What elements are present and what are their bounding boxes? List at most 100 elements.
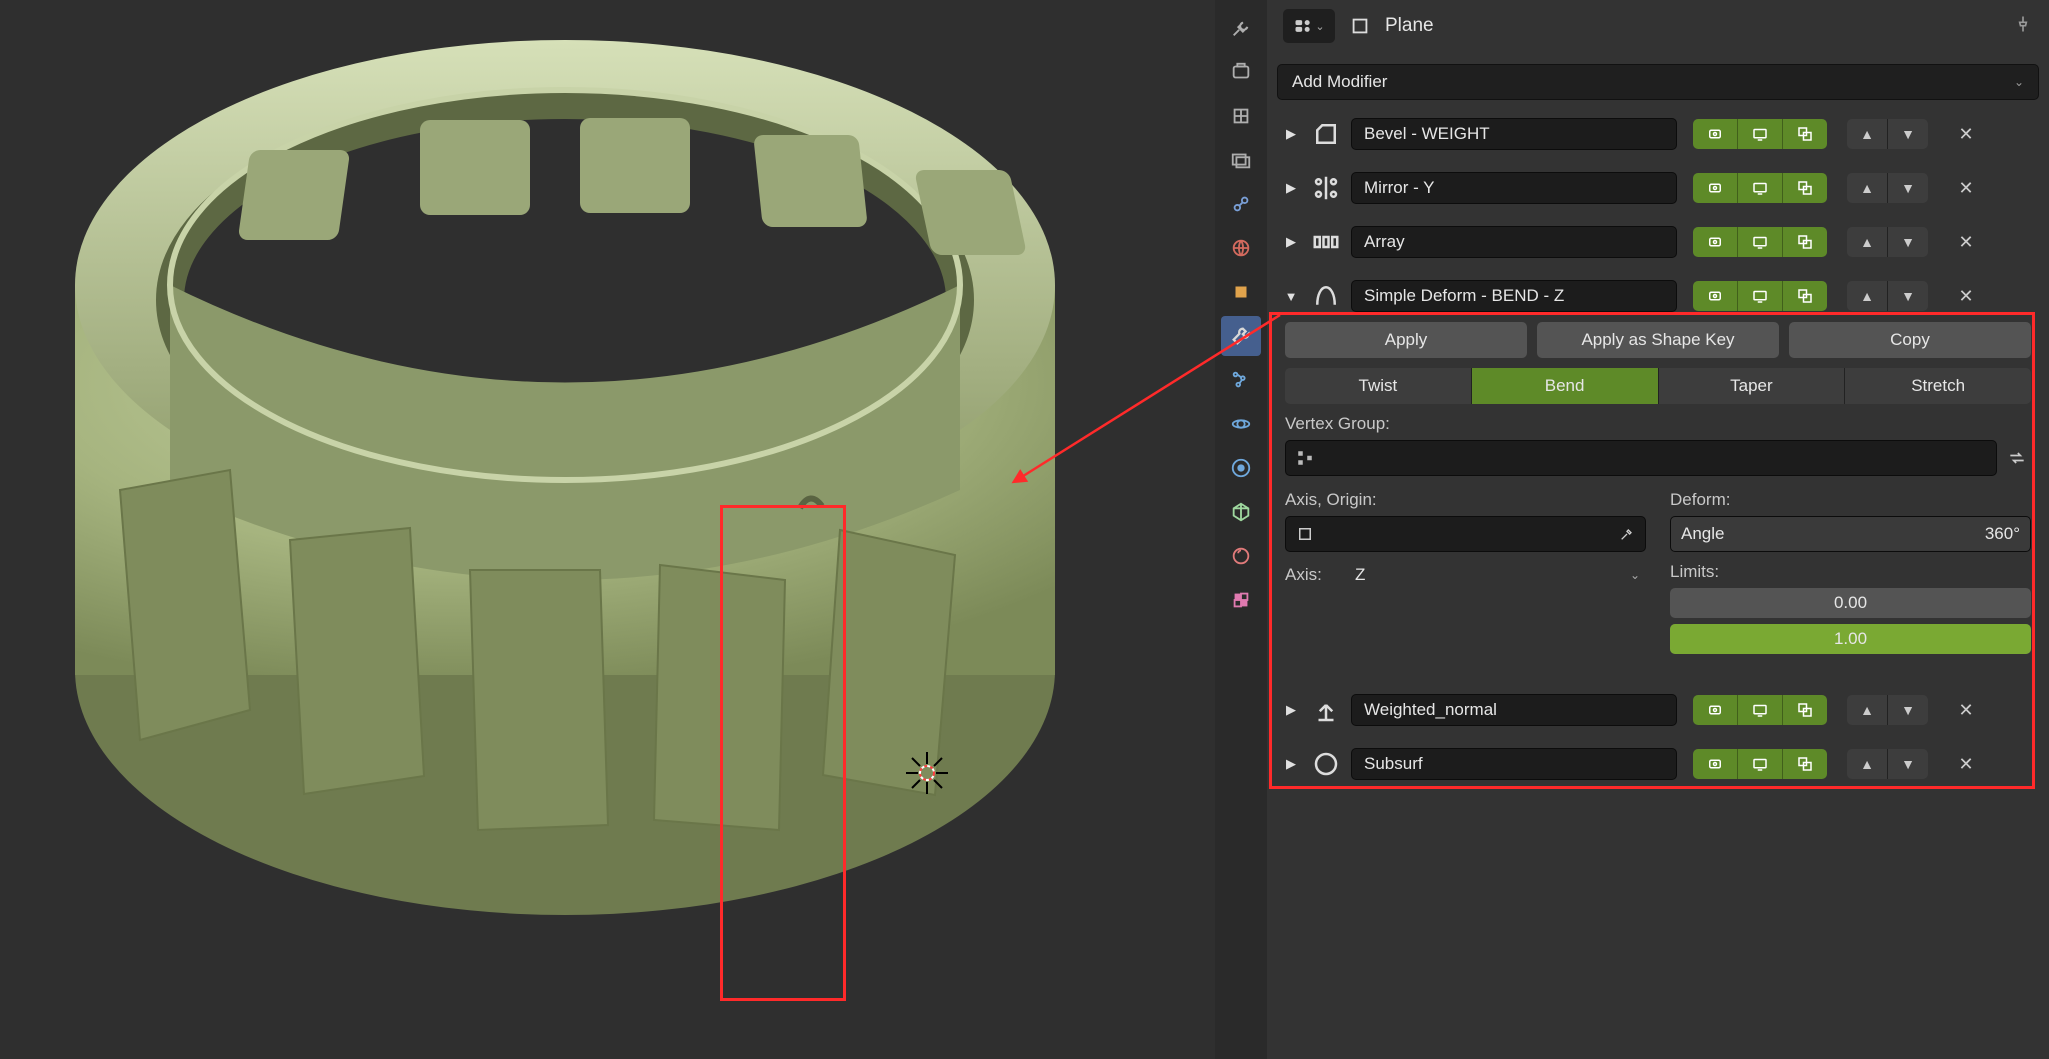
mode-twist[interactable]: Twist [1285, 368, 1472, 404]
limits-label: Limits: [1670, 562, 2031, 582]
move-up-button[interactable]: ▲ [1847, 119, 1888, 149]
bevel-icon [1311, 119, 1341, 149]
active-object-name: Plane [1385, 15, 1434, 37]
apply-shape-key-button[interactable]: Apply as Shape Key [1537, 322, 1779, 358]
mirror-icon [1311, 173, 1341, 203]
tool-tab-icon[interactable] [1221, 8, 1261, 48]
show-render-toggle[interactable] [1693, 119, 1738, 149]
mode-stretch[interactable]: Stretch [1845, 368, 2031, 404]
mode-taper[interactable]: Taper [1659, 368, 1846, 404]
move-up-button[interactable]: ▲ [1847, 281, 1888, 311]
weighted-normal-icon [1311, 695, 1341, 725]
mode-bend[interactable]: Bend [1472, 368, 1659, 404]
move-down-button[interactable]: ▼ [1888, 119, 1928, 149]
properties-header: ⌄ Plane [1267, 0, 2049, 52]
pin-icon[interactable] [2013, 14, 2033, 39]
modifier-name-field[interactable]: Bevel - WEIGHT [1351, 118, 1677, 150]
angle-field[interactable]: Angle 360° [1670, 516, 2031, 552]
particles-tab-icon[interactable] [1221, 360, 1261, 400]
expand-toggle[interactable]: ▶ [1281, 756, 1301, 772]
move-down-button[interactable]: ▼ [1888, 749, 1928, 779]
visibility-toggles [1693, 119, 1827, 149]
show-editmode-toggle[interactable] [1783, 695, 1827, 725]
show-viewport-toggle[interactable] [1738, 227, 1783, 257]
modifier-simple-deform: ▼ Simple Deform - BEND - Z ▲ ▼ ✕ Apply A… [1277, 274, 2039, 664]
world-tab-icon[interactable] [1221, 228, 1261, 268]
vertex-group-field[interactable] [1285, 440, 1997, 476]
modifier-name-field[interactable]: Mirror - Y [1351, 172, 1677, 204]
show-editmode-toggle[interactable] [1783, 173, 1827, 203]
move-down-button[interactable]: ▼ [1888, 695, 1928, 725]
invert-vgroup-icon[interactable] [2003, 441, 2031, 475]
3d-cursor-icon [904, 750, 950, 796]
move-up-button[interactable]: ▲ [1847, 173, 1888, 203]
show-render-toggle[interactable] [1693, 695, 1738, 725]
modifier-weighted-normal: ▶ Weighted_normal ▲ ▼ ✕ [1277, 688, 2039, 732]
show-viewport-toggle[interactable] [1738, 281, 1783, 311]
axis-origin-label: Axis, Origin: [1285, 490, 1646, 510]
eyedropper-icon[interactable] [1619, 526, 1635, 542]
modifier-name-field[interactable]: Weighted_normal [1351, 694, 1677, 726]
add-modifier-dropdown[interactable]: Add Modifier ⌄ [1277, 64, 2039, 100]
array-icon [1311, 227, 1341, 257]
constraints-tab-icon[interactable] [1221, 448, 1261, 488]
delete-modifier-button[interactable]: ✕ [1946, 281, 1986, 311]
mesh-data-tab-icon[interactable] [1221, 492, 1261, 532]
expand-toggle[interactable]: ▼ [1281, 289, 1301, 304]
texture-tab-icon[interactable] [1221, 580, 1261, 620]
limit-high-slider[interactable]: 1.00 [1670, 624, 2031, 654]
physics-tab-icon[interactable] [1221, 404, 1261, 444]
move-down-button[interactable]: ▼ [1888, 227, 1928, 257]
modifier-name-field[interactable]: Subsurf [1351, 748, 1677, 780]
delete-modifier-button[interactable]: ✕ [1946, 119, 1986, 149]
show-viewport-toggle[interactable] [1738, 119, 1783, 149]
show-render-toggle[interactable] [1693, 173, 1738, 203]
show-editmode-toggle[interactable] [1783, 749, 1827, 779]
origin-object-field[interactable] [1285, 516, 1646, 552]
copy-button[interactable]: Copy [1789, 322, 2031, 358]
expand-toggle[interactable]: ▶ [1281, 126, 1301, 142]
show-viewport-toggle[interactable] [1738, 695, 1783, 725]
modifier-mirror: ▶ Mirror - Y ▲ ▼ ✕ [1277, 166, 2039, 210]
delete-modifier-button[interactable]: ✕ [1946, 227, 1986, 257]
show-viewport-toggle[interactable] [1738, 749, 1783, 779]
deform-label: Deform: [1670, 490, 2031, 510]
delete-modifier-button[interactable]: ✕ [1946, 695, 1986, 725]
chevron-down-icon: ⌄ [2014, 75, 2024, 89]
scene-tab-icon[interactable] [1221, 184, 1261, 224]
move-down-button[interactable]: ▼ [1888, 173, 1928, 203]
object-tab-icon[interactable] [1221, 272, 1261, 312]
show-editmode-toggle[interactable] [1783, 227, 1827, 257]
move-down-button[interactable]: ▼ [1888, 281, 1928, 311]
show-editmode-toggle[interactable] [1783, 119, 1827, 149]
show-editmode-toggle[interactable] [1783, 281, 1827, 311]
limit-low-slider[interactable]: 0.00 [1670, 588, 2031, 618]
expand-toggle[interactable]: ▶ [1281, 702, 1301, 718]
move-up-button[interactable]: ▲ [1847, 749, 1888, 779]
show-render-toggle[interactable] [1693, 281, 1738, 311]
render-tab-icon[interactable] [1221, 52, 1261, 92]
viewport-3d[interactable] [0, 0, 1215, 1059]
output-tab-icon[interactable] [1221, 96, 1261, 136]
editor-type-selector[interactable]: ⌄ [1283, 9, 1335, 43]
modifier-tab-icon[interactable] [1221, 316, 1261, 356]
modifier-array: ▶ Array ▲ ▼ ✕ [1277, 220, 2039, 264]
show-viewport-toggle[interactable] [1738, 173, 1783, 203]
modifier-name-field[interactable]: Array [1351, 226, 1677, 258]
viewlayer-tab-icon[interactable] [1221, 140, 1261, 180]
expand-toggle[interactable]: ▶ [1281, 180, 1301, 196]
expand-toggle[interactable]: ▶ [1281, 234, 1301, 250]
show-render-toggle[interactable] [1693, 227, 1738, 257]
modifier-name-field[interactable]: Simple Deform - BEND - Z [1351, 280, 1677, 312]
material-tab-icon[interactable] [1221, 536, 1261, 576]
move-up-button[interactable]: ▲ [1847, 695, 1888, 725]
properties-panel: ⌄ Plane Add Modifier ⌄ ▶ Bevel - WEIGHT [1267, 0, 2049, 1059]
apply-button[interactable]: Apply [1285, 322, 1527, 358]
ring-mesh-preview [60, 10, 1070, 1000]
axis-dropdown[interactable]: Axis: Z ⌄ [1285, 558, 1646, 592]
show-render-toggle[interactable] [1693, 749, 1738, 779]
delete-modifier-button[interactable]: ✕ [1946, 173, 1986, 203]
add-modifier-label: Add Modifier [1292, 72, 1387, 92]
delete-modifier-button[interactable]: ✕ [1946, 749, 1986, 779]
move-up-button[interactable]: ▲ [1847, 227, 1888, 257]
